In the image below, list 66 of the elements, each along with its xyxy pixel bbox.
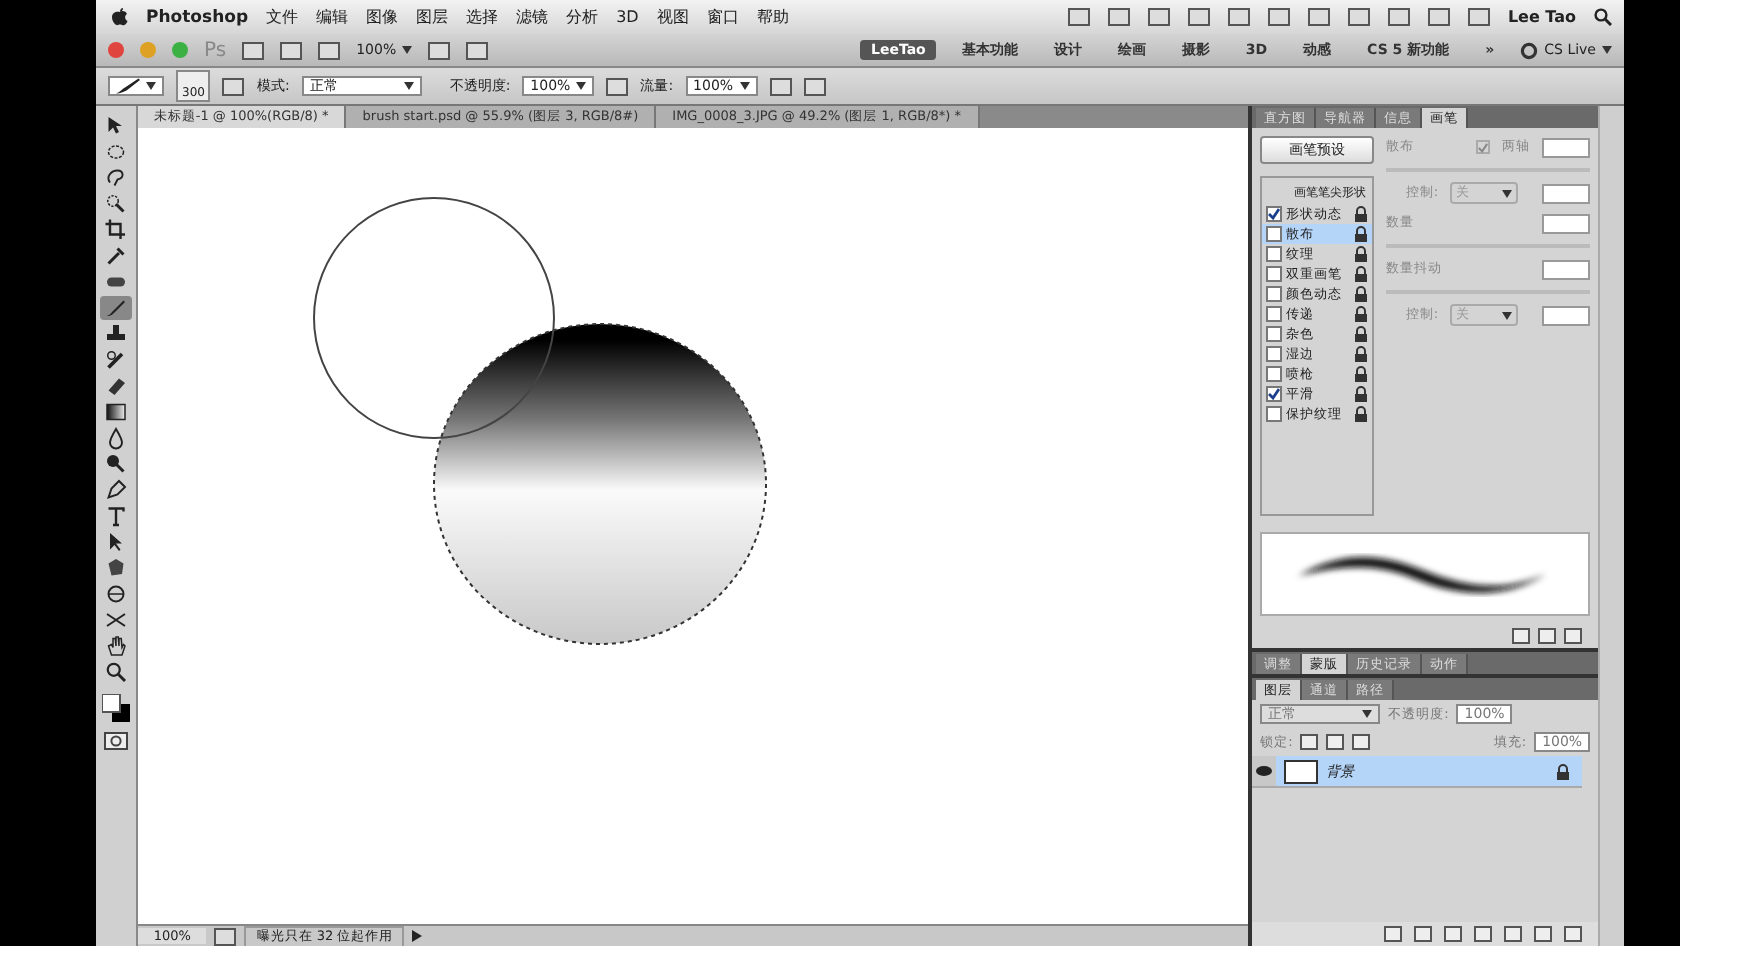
checkbox[interactable] [1266,286,1283,302]
checkbox[interactable] [1266,266,1283,282]
checkbox[interactable] [1266,326,1283,342]
control-field[interactable] [1542,183,1591,203]
scatter-field[interactable] [1542,137,1591,157]
ring-icon [1520,41,1539,59]
menu-item[interactable]: 滤镜 [516,6,549,28]
checkbox[interactable] [1266,306,1283,322]
menu-item[interactable]: 窗口 [706,6,739,28]
lock-icon [1353,286,1368,302]
lock-icon [1353,206,1368,222]
caret-icon [1362,710,1373,718]
lock-icon [1353,306,1368,322]
visibility-toggle[interactable] [1252,756,1277,786]
user-name[interactable]: Lee Tao [1507,8,1576,26]
menu-item[interactable]: 图层 [416,6,449,28]
apple-logo-icon[interactable] [112,8,128,26]
close-button[interactable] [108,42,124,58]
lock-icon [1353,266,1368,282]
checkbox[interactable] [1266,226,1283,242]
menu-item[interactable]: 选择 [466,6,499,28]
caret-icon [146,82,156,90]
lock-icon [1353,326,1368,342]
lock-icon [1353,246,1368,262]
lock-icon [1353,346,1368,362]
checkbox[interactable] [1266,206,1283,222]
both-axes-checkbox[interactable] [1476,140,1491,154]
scrollbar[interactable] [1598,106,1624,946]
lock-icon [1353,386,1368,402]
menu-item[interactable]: 帮助 [756,6,789,28]
count-field[interactable] [1542,213,1591,233]
menu-item[interactable]: 编辑 [316,6,349,28]
menu-item[interactable]: 分析 [566,6,599,28]
quick-mask-icon[interactable] [103,732,128,750]
checkbox[interactable] [1266,386,1283,402]
app-logo: Ps [204,39,227,61]
eye-icon [1256,766,1273,776]
menu-item[interactable]: 文件 [266,6,299,28]
search-icon[interactable] [1594,8,1612,26]
app-menu[interactable]: Photoshop [146,7,249,27]
caret-icon [1502,311,1513,319]
caret-icon [1602,46,1612,54]
menu-item[interactable]: 图像 [366,6,399,28]
count-jitter-field[interactable] [1542,259,1591,279]
play-icon[interactable] [412,930,423,942]
layer-thumbnail [1284,759,1319,783]
control-field[interactable] [1542,305,1591,325]
brush-icon [116,78,140,94]
color-swatches-icon[interactable] [101,694,130,722]
menu-item[interactable]: 3D [616,8,639,26]
lock-icon [1353,366,1368,382]
caret-icon [576,82,587,90]
caret-icon [403,82,414,90]
lock-icon [1353,226,1368,242]
tool-preset-picker[interactable] [108,76,164,96]
checkbox[interactable] [1266,246,1283,262]
caret-icon [739,82,750,90]
checkbox[interactable] [1266,366,1283,382]
lock-icon [1556,763,1571,779]
menu-item[interactable]: 视图 [656,6,689,28]
caret-icon [402,46,413,54]
brush-tool-icon[interactable] [99,296,132,320]
caret-icon [1502,189,1513,197]
checkbox[interactable] [1266,346,1283,362]
checkbox[interactable] [1266,406,1283,422]
lock-icon [1353,406,1368,422]
